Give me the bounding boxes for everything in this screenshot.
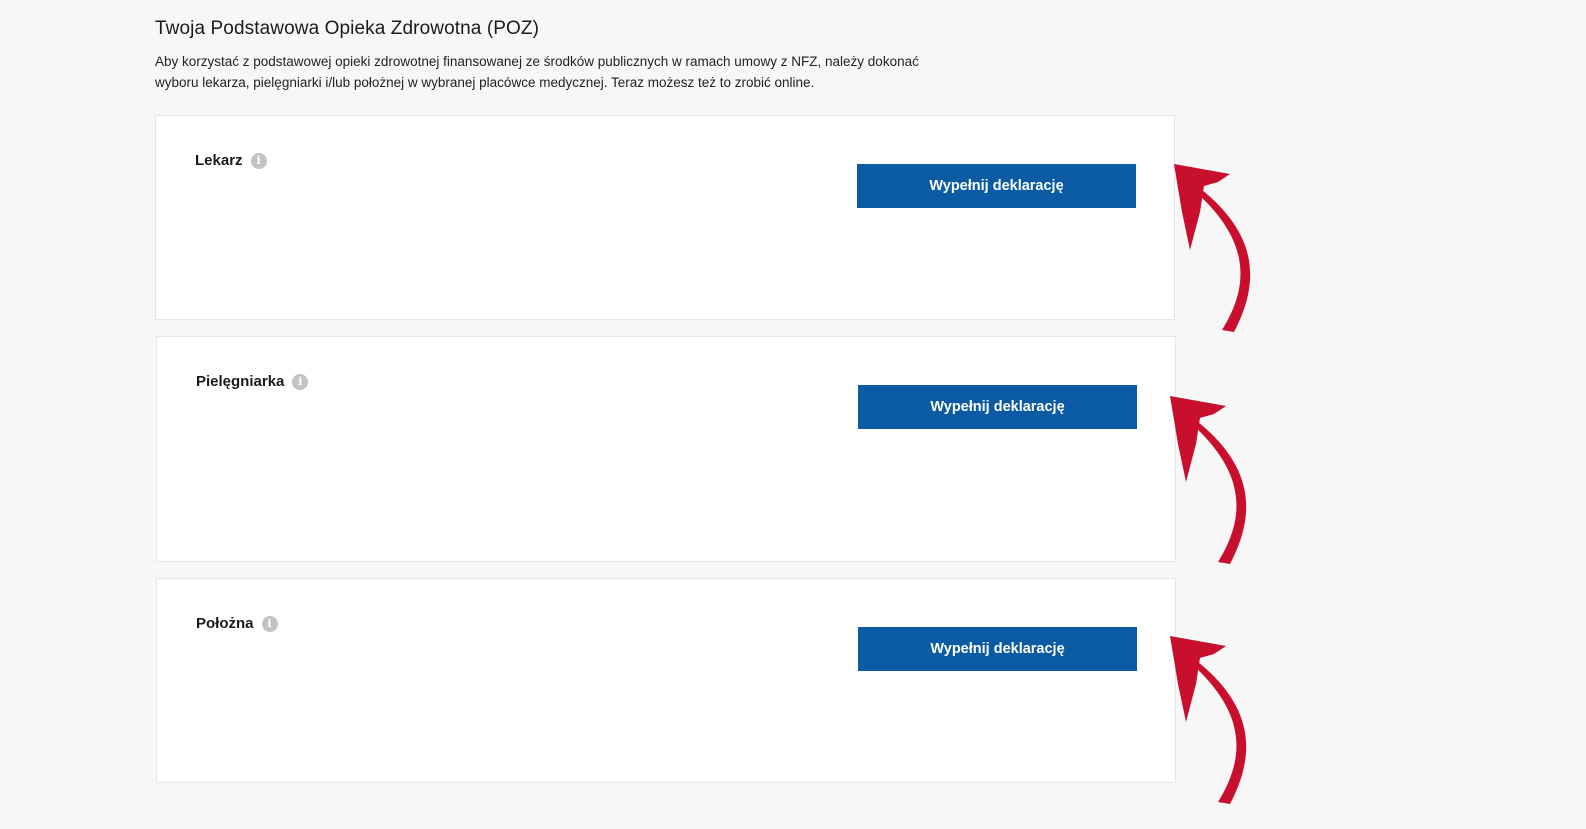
- poz-header: Twoja Podstawowa Opieka Zdrowotna (POZ) …: [155, 18, 1195, 93]
- curved-arrow-icon: [1174, 164, 1251, 332]
- card-label-row: Lekarz i: [195, 152, 267, 169]
- card-lekarz: Lekarz i Wypełnij deklarację: [155, 115, 1175, 320]
- fill-declaration-button-lekarz[interactable]: Wypełnij deklarację: [857, 164, 1136, 208]
- curved-arrow-icon: [1170, 396, 1247, 564]
- card-title: Lekarz: [195, 152, 243, 169]
- page-title: Twoja Podstawowa Opieka Zdrowotna (POZ): [155, 18, 540, 39]
- fill-declaration-button-polozna[interactable]: Wypełnij deklarację: [858, 627, 1137, 671]
- card-title: Pielęgniarka: [196, 373, 285, 390]
- info-icon[interactable]: i: [250, 152, 267, 169]
- fill-declaration-button-pielegniarka[interactable]: Wypełnij deklarację: [858, 385, 1137, 429]
- card-polozna: Położna i Wypełnij deklarację: [156, 578, 1176, 783]
- card-label-row: Pielęgniarka i: [196, 373, 309, 390]
- card-title: Położna: [196, 615, 254, 632]
- page-description: Aby korzystać z podstawowej opieki zdrow…: [155, 54, 919, 90]
- info-icon[interactable]: i: [292, 373, 309, 390]
- card-pielegniarka: Pielęgniarka i Wypełnij deklarację: [156, 336, 1176, 562]
- info-icon[interactable]: i: [261, 615, 278, 632]
- curved-arrow-icon: [1170, 636, 1247, 804]
- card-label-row: Położna i: [196, 615, 278, 632]
